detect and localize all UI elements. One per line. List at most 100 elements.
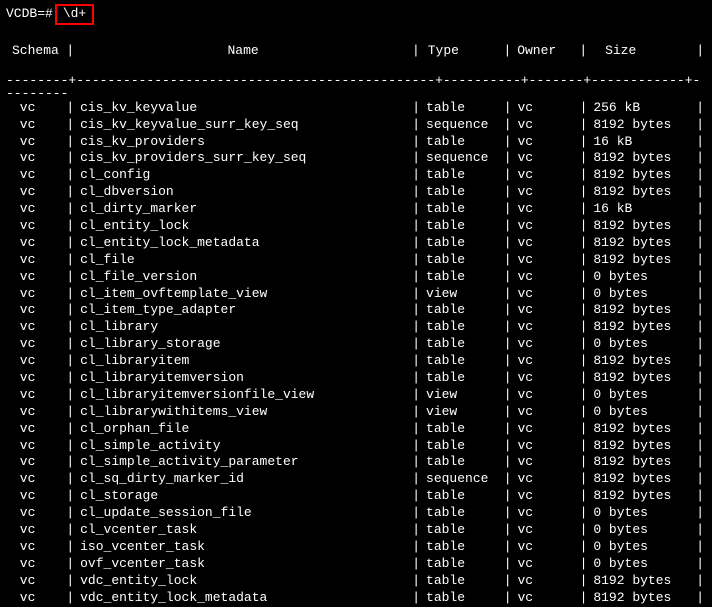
separator: | [578,438,590,455]
separator: | [410,438,422,455]
cell-owner: vc [513,454,577,471]
separator: | [502,454,514,471]
cell-schema: vc [6,522,64,539]
separator: | [410,235,422,252]
separator: | [410,556,422,573]
separator: | [64,404,76,421]
cell-size: 8192 bytes [589,117,694,134]
separator: | [64,556,76,573]
cell-name: cl_file_version [76,269,410,286]
separator: | [64,370,76,387]
table-header: Schema | Name | Type | Owner | Size | [6,43,706,60]
separator: | [694,319,706,336]
header-size: Size [589,43,694,60]
cell-type: table [422,319,502,336]
cell-type: table [422,438,502,455]
separator: | [694,269,706,286]
cell-schema: vc [6,252,64,269]
header-schema: Schema [6,43,64,60]
separator: | [694,421,706,438]
cell-schema: vc [6,167,64,184]
separator: | [502,302,514,319]
cell-schema: vc [6,235,64,252]
table-row: vc|cl_orphan_file|table|vc|8192 bytes| [6,421,706,438]
separator: | [410,522,422,539]
cell-name: cis_kv_providers_surr_key_seq [76,150,410,167]
cell-type: table [422,100,502,117]
separator: | [410,302,422,319]
table-row: vc|cl_file|table|vc|8192 bytes| [6,252,706,269]
separator: | [578,353,590,370]
separator: | [694,286,706,303]
cell-schema: vc [6,353,64,370]
cell-name: cl_library_storage [76,336,410,353]
separator: | [502,404,514,421]
separator: | [502,269,514,286]
separator: | [502,336,514,353]
separator: | [410,590,422,607]
separator: | [64,117,76,134]
separator: | [502,438,514,455]
cell-owner: vc [513,590,577,607]
cell-name: cl_libraryitem [76,353,410,370]
separator: | [694,471,706,488]
cell-schema: vc [6,421,64,438]
cell-name: cl_simple_activity_parameter [76,454,410,471]
separator: | [578,100,590,117]
separator: | [64,201,76,218]
separator: | [410,370,422,387]
separator: | [578,505,590,522]
separator: | [578,336,590,353]
cell-schema: vc [6,404,64,421]
cell-type: table [422,201,502,218]
cell-type: table [422,336,502,353]
prompt-line[interactable]: VCDB=# \d+ [6,4,706,25]
separator: | [578,370,590,387]
separator: | [578,573,590,590]
cell-owner: vc [513,218,577,235]
separator: | [410,134,422,151]
separator: | [502,556,514,573]
cell-size: 0 bytes [589,404,694,421]
separator: | [410,454,422,471]
separator: | [578,471,590,488]
cell-owner: vc [513,184,577,201]
separator: | [578,134,590,151]
cell-name: cl_libraryitemversionfile_view [76,387,410,404]
cell-schema: vc [6,556,64,573]
separator: | [694,184,706,201]
cell-owner: vc [513,336,577,353]
cell-size: 8192 bytes [589,150,694,167]
separator: | [410,539,422,556]
cell-owner: vc [513,353,577,370]
separator: | [577,43,589,60]
separator: | [694,556,706,573]
separator: | [64,252,76,269]
separator: | [502,387,514,404]
cell-name: cl_dbversion [76,184,410,201]
separator: | [694,539,706,556]
cell-owner: vc [513,319,577,336]
cell-size: 0 bytes [589,505,694,522]
cell-name: cl_item_type_adapter [76,302,410,319]
cell-type: table [422,522,502,539]
separator: | [64,336,76,353]
separator: | [410,404,422,421]
cell-name: cl_librarywithitems_view [76,404,410,421]
separator: | [694,150,706,167]
separator: | [410,505,422,522]
separator: | [578,150,590,167]
cell-owner: vc [513,286,577,303]
cell-schema: vc [6,150,64,167]
cell-owner: vc [513,252,577,269]
cell-name: cl_entity_lock_metadata [76,235,410,252]
table-row: vc|cl_libraryitemversionfile_view|view|v… [6,387,706,404]
table-row: vc|cl_libraryitemversion|table|vc|8192 b… [6,370,706,387]
cell-schema: vc [6,505,64,522]
cell-size: 8192 bytes [589,471,694,488]
cell-schema: vc [6,387,64,404]
cell-type: table [422,539,502,556]
cell-schema: vc [6,201,64,218]
separator: | [502,252,514,269]
separator: | [694,522,706,539]
